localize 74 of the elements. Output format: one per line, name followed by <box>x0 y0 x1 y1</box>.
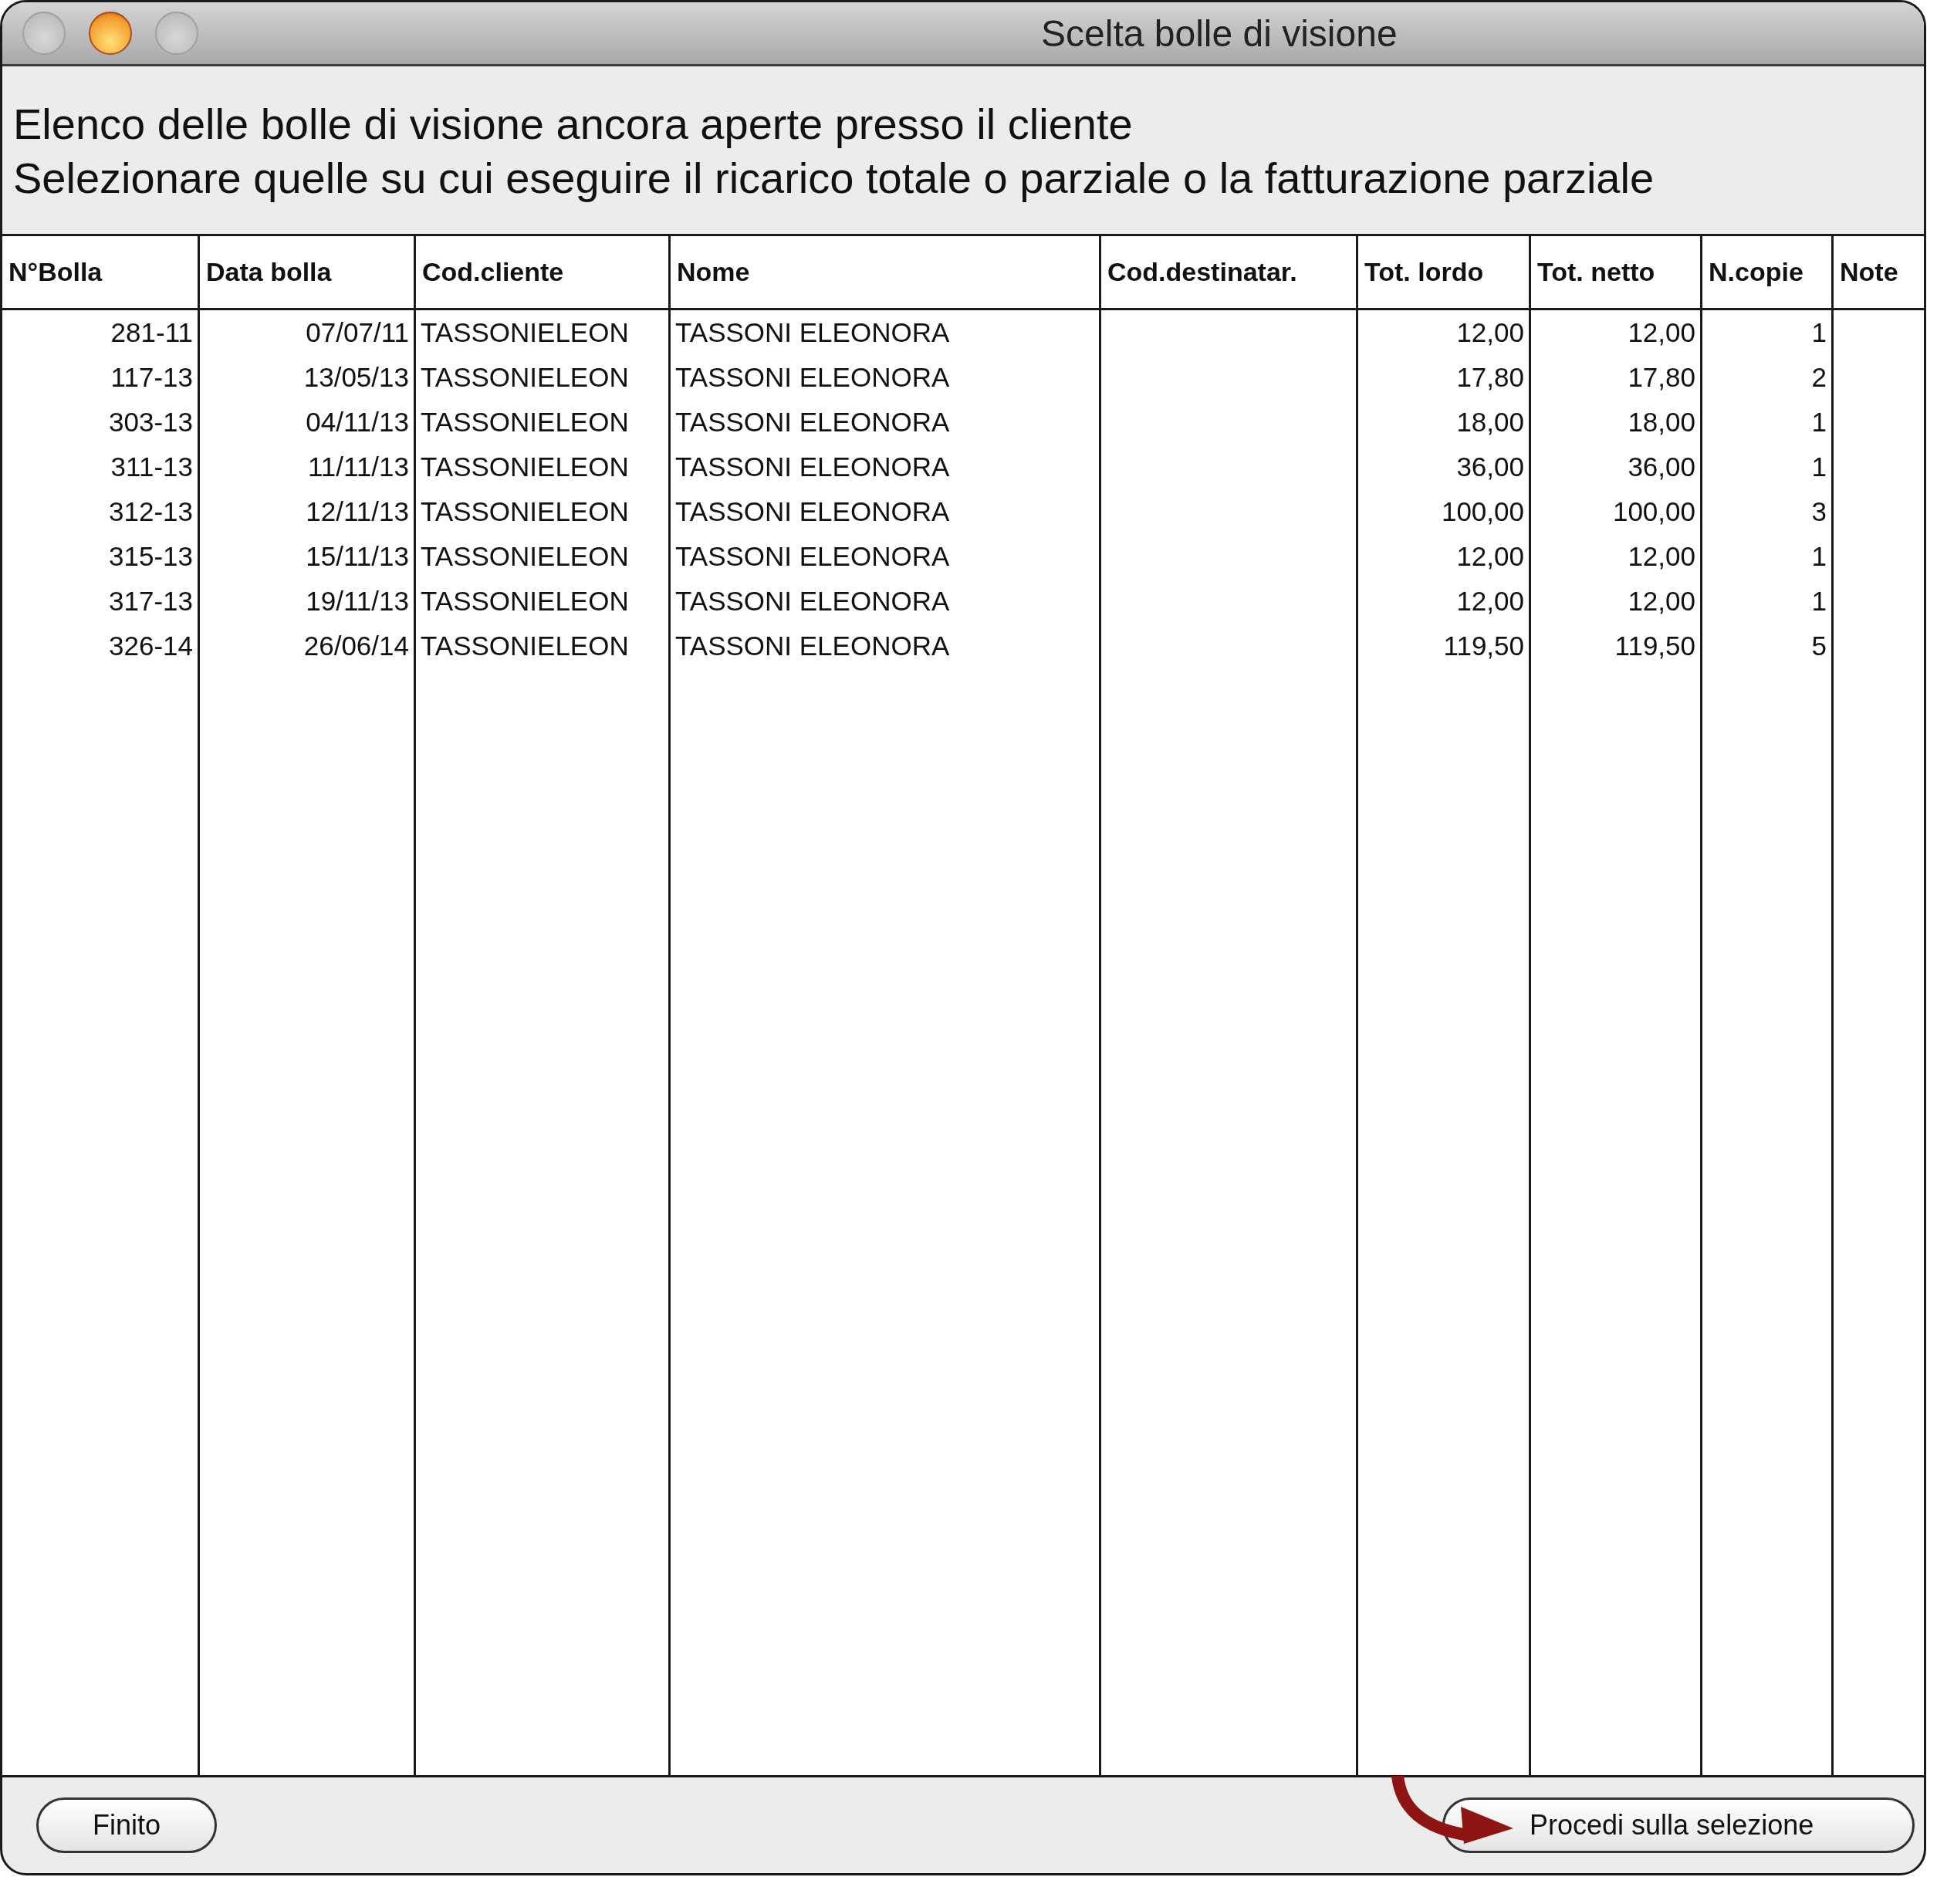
minimize-icon[interactable] <box>89 12 132 55</box>
table-cell: 12,00 <box>1628 541 1695 572</box>
table-cell: TASSONI ELEONORA <box>675 451 950 482</box>
table-cell: 1 <box>1811 451 1827 482</box>
table-cell: 311-13 <box>110 451 193 482</box>
table-cell: TASSONI ELEONORA <box>675 496 950 527</box>
column-header[interactable]: Tot. netto <box>1531 236 1700 310</box>
table-cell: 13/05/13 <box>303 362 409 393</box>
column-header[interactable]: N.copie <box>1702 236 1831 310</box>
table-cell: 281-11 <box>110 317 193 348</box>
table-cell: TASSONIELEON <box>421 362 629 393</box>
table-cell: 12,00 <box>1456 541 1524 572</box>
column-header[interactable]: Cod.destinatar. <box>1101 236 1356 310</box>
table-cell: TASSONIELEON <box>421 541 629 572</box>
zoom-icon[interactable] <box>155 12 198 55</box>
table-cell: 100,00 <box>1441 496 1524 527</box>
table-cell: 17,80 <box>1628 362 1695 393</box>
table-cell: TASSONI ELEONORA <box>675 631 950 661</box>
table-cell: 12,00 <box>1456 317 1524 348</box>
table-cell: 12,00 <box>1456 586 1524 617</box>
table-cell: 315-13 <box>109 541 193 572</box>
table-cell: 5 <box>1811 631 1827 661</box>
table-cell: 04/11/13 <box>306 407 409 438</box>
table-cell: 326-14 <box>109 631 193 661</box>
column-header[interactable]: Tot. lordo <box>1358 236 1529 310</box>
column-header[interactable]: N°Bolla <box>2 236 198 310</box>
table-cell: TASSONIELEON <box>421 451 629 482</box>
table-cell: 1 <box>1811 586 1827 617</box>
table-cell: 12,00 <box>1628 317 1695 348</box>
table-cell: TASSONI ELEONORA <box>675 362 950 393</box>
column-header[interactable]: Cod.cliente <box>416 236 668 310</box>
table-cell: 11/11/13 <box>307 451 409 482</box>
table-cell: 3 <box>1811 496 1827 527</box>
table-cell: 1 <box>1811 317 1827 348</box>
table-cell: TASSONI ELEONORA <box>675 317 950 348</box>
table-cell: 1 <box>1811 541 1827 572</box>
table-cell: 36,00 <box>1628 451 1695 482</box>
table-cell: 317-13 <box>109 586 193 617</box>
column-header[interactable]: Note <box>1834 236 1924 310</box>
table-cell: TASSONI ELEONORA <box>675 407 950 438</box>
close-icon[interactable] <box>22 12 66 55</box>
table-cell: 17,80 <box>1456 362 1524 393</box>
table-cell: 12/11/13 <box>306 496 409 527</box>
table-cell: 312-13 <box>109 496 193 527</box>
table-cell: TASSONIELEON <box>421 496 629 527</box>
table-cell: TASSONIELEON <box>421 586 629 617</box>
table-cell: 18,00 <box>1628 407 1695 438</box>
table-cell: TASSONI ELEONORA <box>675 541 950 572</box>
column-header[interactable]: Nome <box>671 236 1099 310</box>
table-cell: 19/11/13 <box>306 586 409 617</box>
table-cell: 1 <box>1811 407 1827 438</box>
table-cell: 12,00 <box>1628 586 1695 617</box>
table-cell: 119,50 <box>1614 631 1695 661</box>
window-title: Scelta bolle di visione <box>1041 12 1398 55</box>
finish-button[interactable]: Finito <box>36 1797 217 1853</box>
curved-arrow-icon <box>1391 1774 1513 1844</box>
table-cell: 26/06/14 <box>303 631 409 661</box>
table-cell: 07/07/11 <box>306 317 409 348</box>
table-cell: 15/11/13 <box>306 541 409 572</box>
table-cell: 119,50 <box>1443 631 1524 661</box>
table-cell: TASSONI ELEONORA <box>675 586 950 617</box>
table-cell: TASSONIELEON <box>421 317 629 348</box>
proceed-button[interactable]: Procedi sulla selezione <box>1442 1797 1915 1853</box>
table-cell: TASSONIELEON <box>421 631 629 661</box>
table-cell: 2 <box>1811 362 1827 393</box>
table-cell: 18,00 <box>1456 407 1524 438</box>
instruction-text: Selezionare quelle su cui eseguire il ricarico totale o parziale o la fatturazione parziale <box>13 153 1655 204</box>
instruction-text: Elenco delle bolle di visione ancora aperte presso il cliente <box>13 99 1134 150</box>
column-header[interactable]: Data bolla <box>200 236 414 310</box>
table-cell: 100,00 <box>1612 496 1695 527</box>
table-cell: TASSONIELEON <box>421 407 629 438</box>
table-cell: 36,00 <box>1456 451 1524 482</box>
table-cell: 117-13 <box>110 362 193 393</box>
table-cell: 303-13 <box>109 407 193 438</box>
